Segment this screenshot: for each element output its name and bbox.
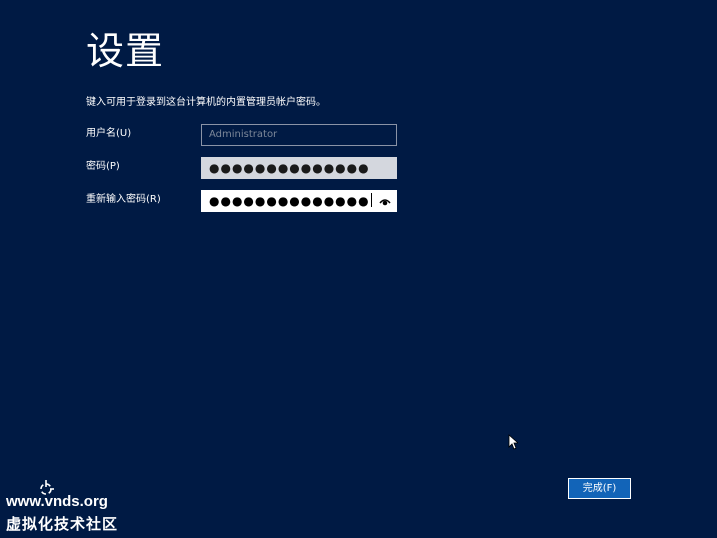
page-title: 设置: [86, 29, 165, 73]
eye-icon[interactable]: [379, 196, 391, 208]
password-field[interactable]: ●●●●●●●●●●●●●●: [201, 157, 397, 179]
confirm-password-label: 重新输入密码(R): [86, 194, 161, 205]
confirm-password-value: ●●●●●●●●●●●●●●: [209, 194, 370, 208]
password-value: ●●●●●●●●●●●●●●: [209, 161, 370, 175]
watermark-url: www.vnds.org: [6, 493, 108, 510]
username-field: Administrator: [201, 124, 397, 146]
username-label: 用户名(U): [86, 128, 132, 139]
finish-button[interactable]: 完成(F): [568, 478, 631, 499]
password-label: 密码(P): [86, 161, 120, 172]
mouse-pointer-icon: [508, 434, 518, 450]
text-caret: [370, 193, 372, 207]
username-value: Administrator: [209, 129, 278, 140]
watermark-name: 虚拟化技术社区: [6, 515, 119, 533]
confirm-password-field[interactable]: ●●●●●●●●●●●●●●: [201, 190, 397, 212]
instructions-text: 键入可用于登录到这台计算机的内置管理员帐户密码。: [86, 97, 326, 108]
